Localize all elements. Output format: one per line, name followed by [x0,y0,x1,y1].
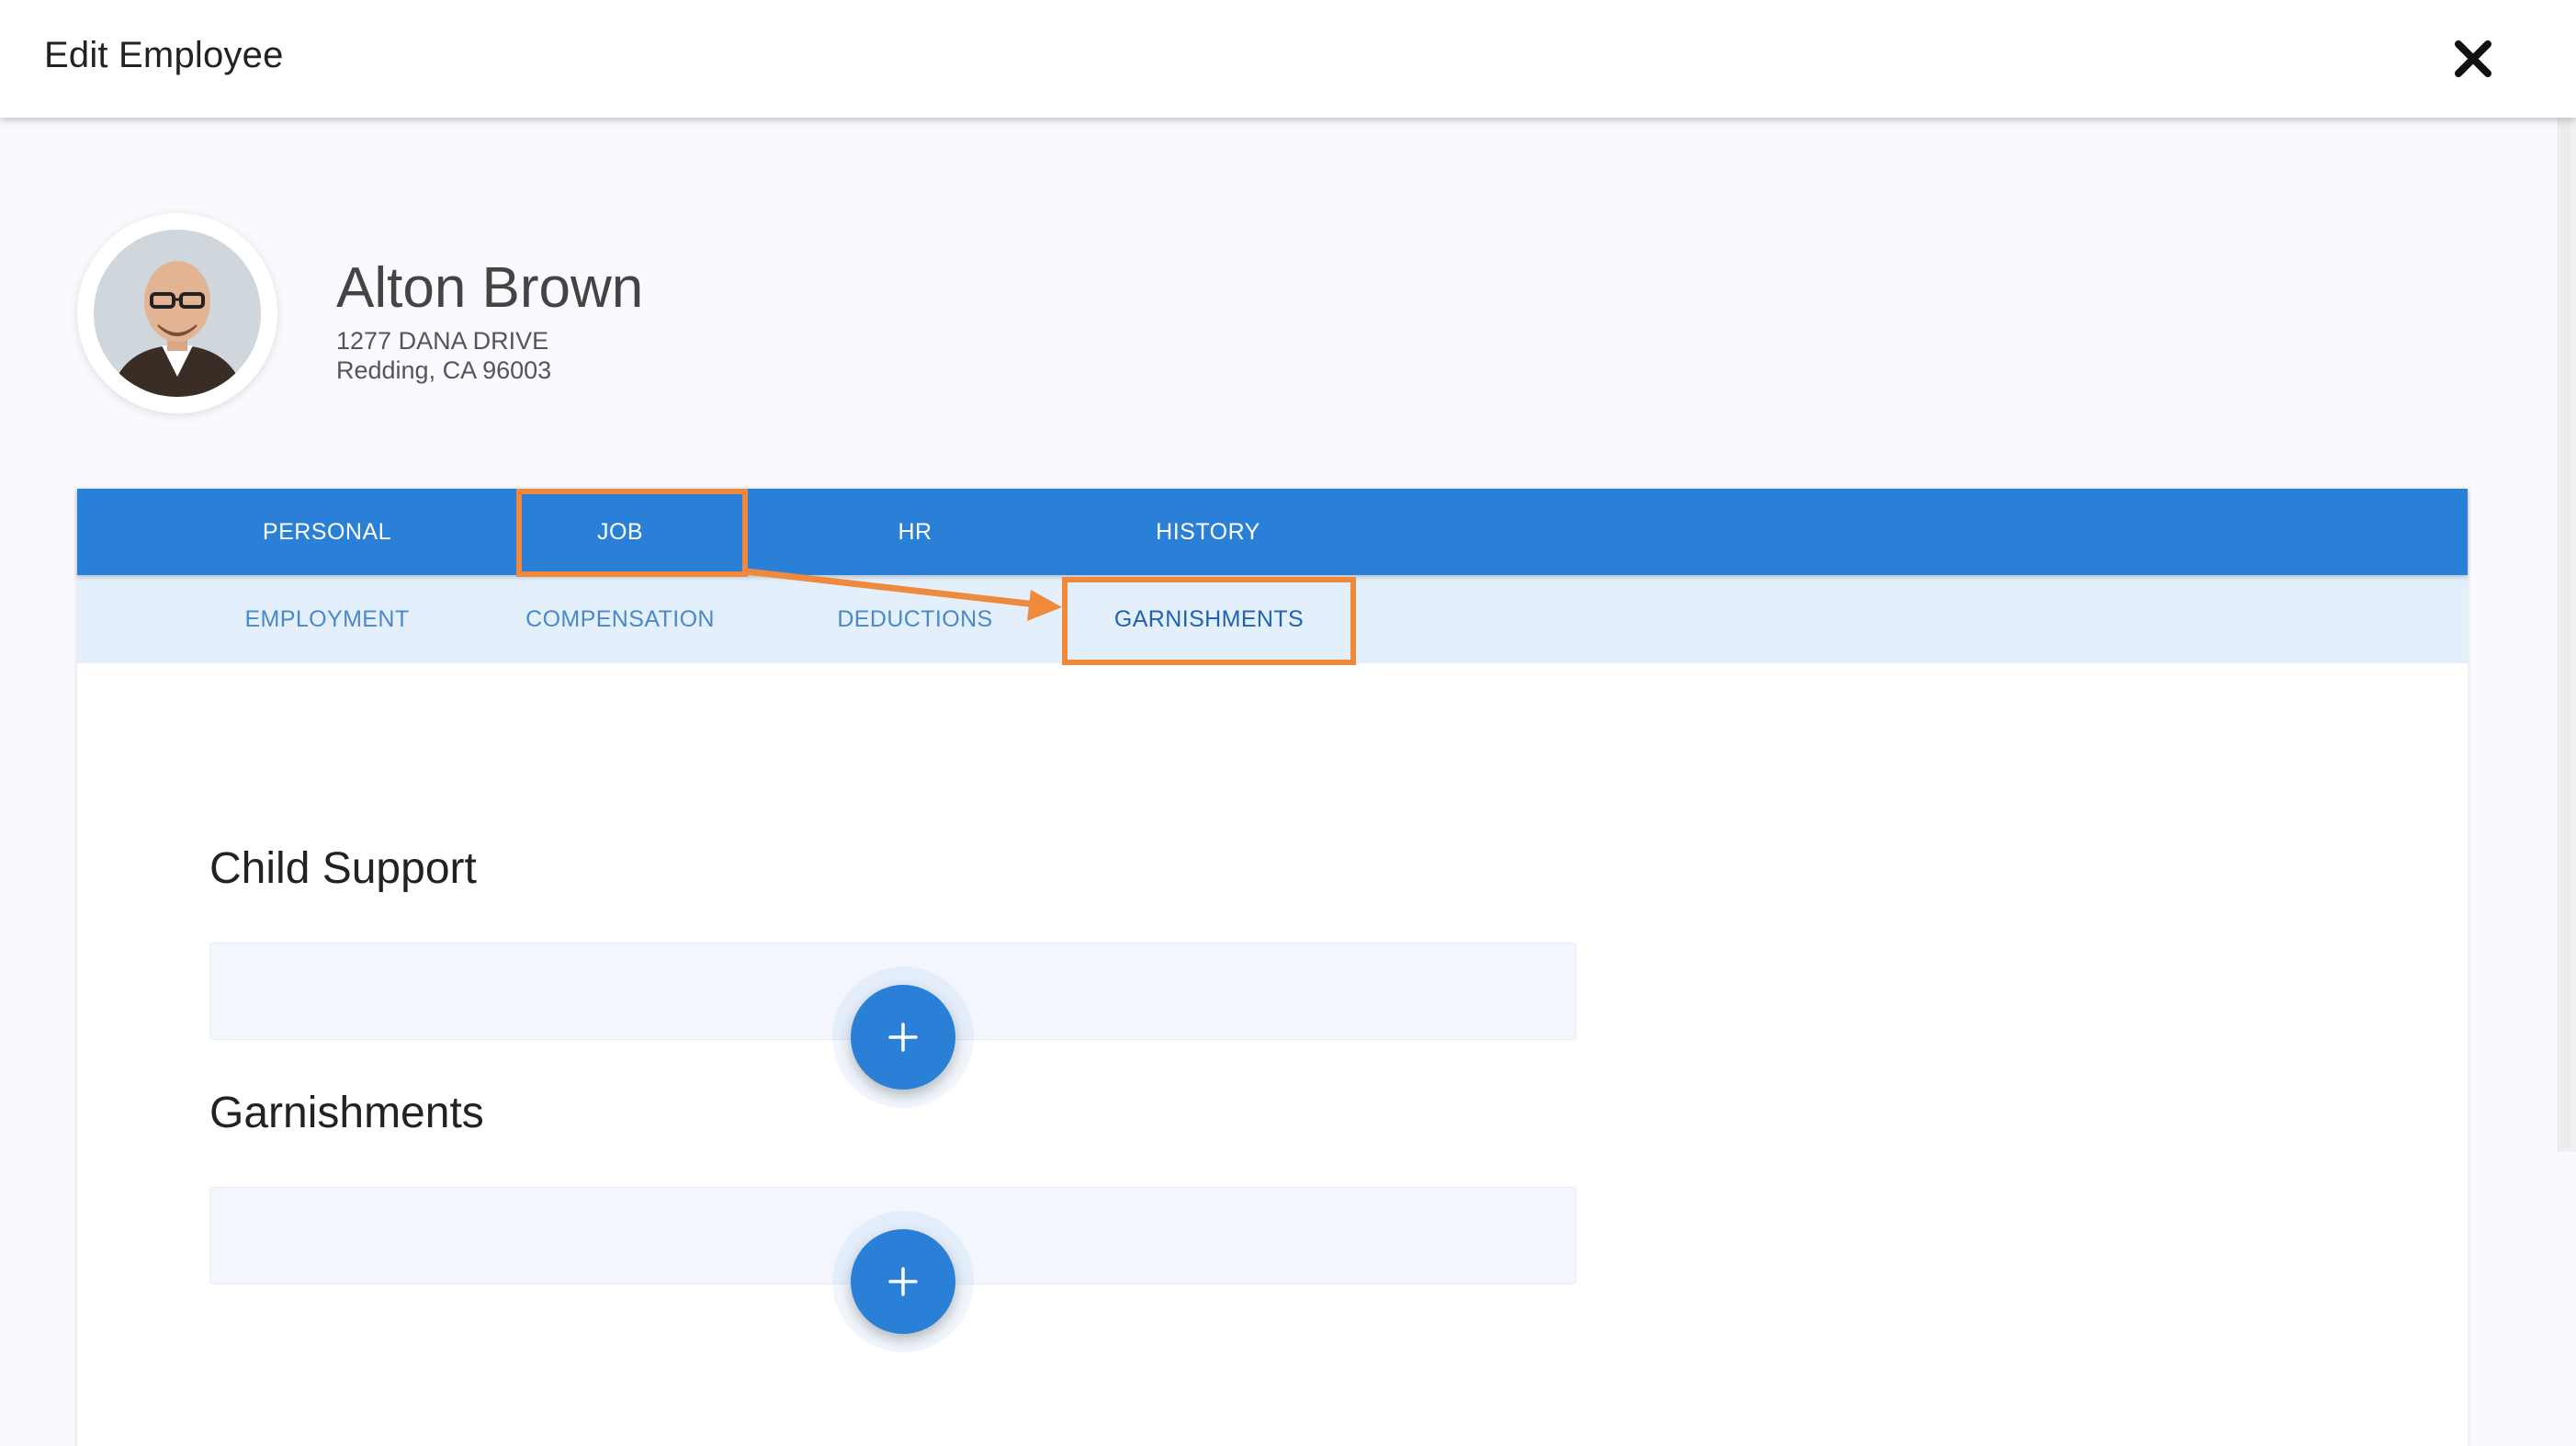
subtab-deductions[interactable]: DEDUCTIONS [777,575,1053,663]
avatar-photo-icon [94,230,261,397]
subtab-garnishments[interactable]: GARNISHMENTS [1071,575,1347,663]
employee-name: Alton Brown [336,256,644,320]
plus-icon [888,1267,918,1296]
plus-icon [888,1022,918,1052]
section-title-child-support: Child Support [209,844,477,893]
close-icon [2455,40,2491,77]
add-garnishment-button[interactable] [851,1229,955,1334]
close-button[interactable] [2451,37,2495,81]
employee-address-line1: 1277 DANA DRIVE [336,327,549,355]
add-child-support-button[interactable] [851,985,955,1090]
employee-address-line2: Redding, CA 96003 [336,356,552,384]
subtab-compensation[interactable]: COMPENSATION [482,575,758,663]
modal-header: Edit Employee [0,0,2576,118]
tab-hr[interactable]: HR [796,489,1034,575]
tab-personal[interactable]: PERSONAL [208,489,446,575]
subtab-employment[interactable]: EMPLOYMENT [189,575,465,663]
tab-job[interactable]: JOB [501,489,740,575]
avatar [94,230,261,397]
section-title-garnishments: Garnishments [209,1089,484,1137]
tab-history[interactable]: HISTORY [1089,489,1328,575]
scrollbar-thumb[interactable] [2559,119,2570,1148]
modal-title: Edit Employee [44,35,284,75]
